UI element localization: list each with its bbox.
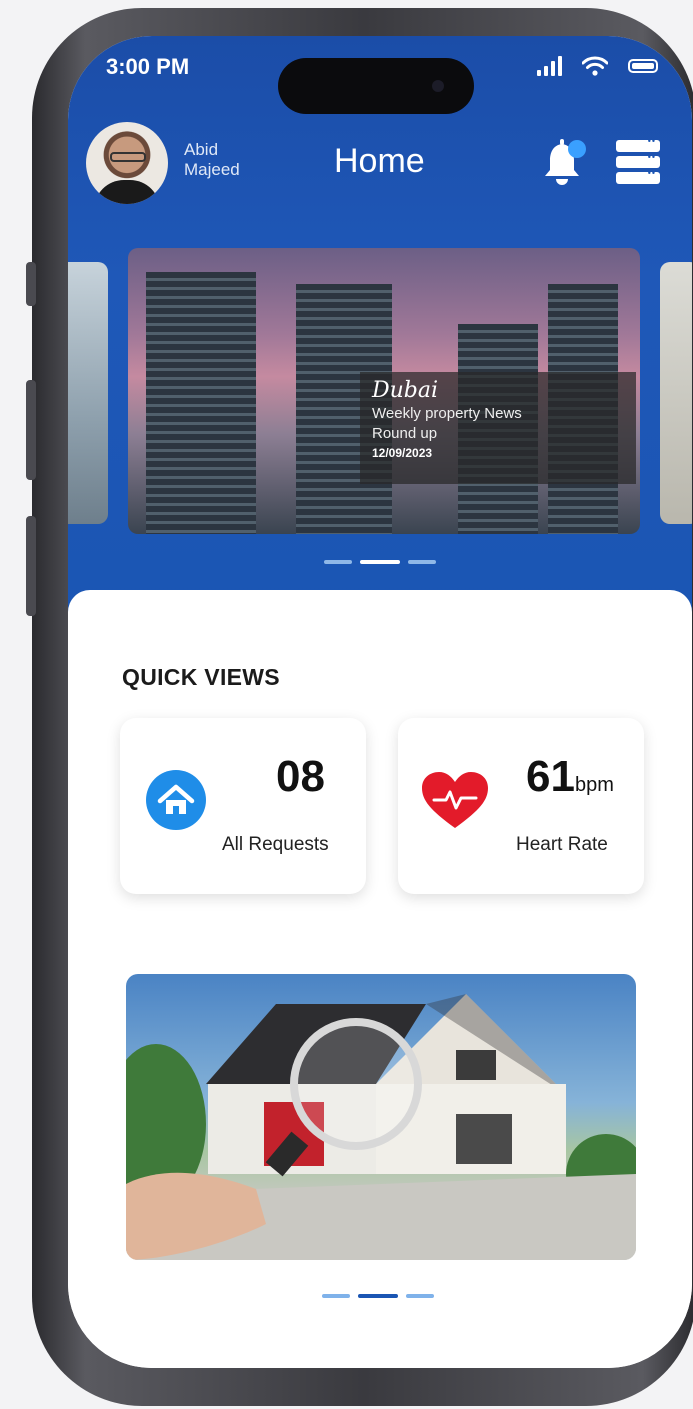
- carousel-dot[interactable]: [322, 1294, 350, 1298]
- tower-image: [146, 272, 256, 534]
- header-section: 3:00 PM Abid Majeed Home •• •• •• Dubai …: [68, 36, 692, 646]
- home-icon: [146, 770, 206, 830]
- status-time: 3:00 PM: [106, 54, 190, 79]
- user-first-name: Abid: [184, 140, 219, 159]
- news-banner[interactable]: Dubai Weekly property News Round up 12/0…: [128, 248, 640, 534]
- app-screen: 3:00 PM Abid Majeed Home •• •• •• Dubai …: [68, 36, 692, 1368]
- banner-headline-line2: Round up: [372, 425, 438, 442]
- banner-headline-line1: Weekly property News: [372, 405, 522, 422]
- quick-views-title: QUICK VIEWS: [122, 664, 280, 690]
- cellular-signal-icon: [537, 56, 562, 76]
- house-search-photo[interactable]: [126, 974, 636, 1260]
- carousel-dot[interactable]: [408, 560, 436, 564]
- banner-caption: Dubai Weekly property News Round up 12/0…: [360, 372, 636, 484]
- avatar-shirt: [94, 180, 160, 204]
- banner-city: Dubai: [372, 378, 439, 403]
- carousel-dot[interactable]: [406, 1294, 434, 1298]
- carousel-next-slide[interactable]: [660, 262, 692, 524]
- heart-pulse-icon: [422, 772, 488, 828]
- carousel-prev-slide[interactable]: [68, 262, 108, 524]
- quick-view-card-requests[interactable]: 08 All Requests: [120, 718, 366, 894]
- carousel-dot-active[interactable]: [358, 1294, 398, 1298]
- carousel-dot[interactable]: [324, 560, 352, 564]
- user-name: Abid Majeed: [184, 140, 240, 180]
- avatar-glasses: [110, 152, 146, 162]
- status-icons: [537, 56, 658, 76]
- heart-rate-number: 61: [526, 752, 575, 801]
- requests-label: All Requests: [222, 834, 329, 855]
- requests-count: 08: [276, 752, 325, 801]
- menu-icon[interactable]: [616, 136, 660, 184]
- page-title: Home: [334, 142, 425, 180]
- volume-down-button: [26, 516, 36, 616]
- heart-rate-label: Heart Rate: [516, 834, 608, 855]
- user-avatar[interactable]: [86, 122, 168, 204]
- camera-icon: [432, 80, 444, 92]
- content-sheet: QUICK VIEWS 08 All Requests 61bpm Heart …: [68, 590, 692, 1368]
- promo-carousel-indicator: [322, 1294, 434, 1298]
- quick-view-card-heart-rate[interactable]: 61bpm Heart Rate: [398, 718, 644, 894]
- battery-icon: [628, 59, 658, 73]
- wifi-icon: [582, 56, 608, 76]
- carousel-dot-active[interactable]: [360, 560, 400, 564]
- mute-switch: [26, 262, 36, 306]
- user-last-name: Majeed: [184, 160, 240, 179]
- house-illustration: [126, 994, 636, 1260]
- news-carousel-indicator: [324, 560, 436, 564]
- notification-bell-icon[interactable]: [542, 136, 588, 188]
- heart-rate-unit: bpm: [574, 774, 614, 796]
- dynamic-island: [278, 58, 474, 114]
- banner-date: 12/09/2023: [372, 446, 433, 460]
- heart-rate-value: 61bpm: [526, 752, 614, 802]
- volume-up-button: [26, 380, 36, 480]
